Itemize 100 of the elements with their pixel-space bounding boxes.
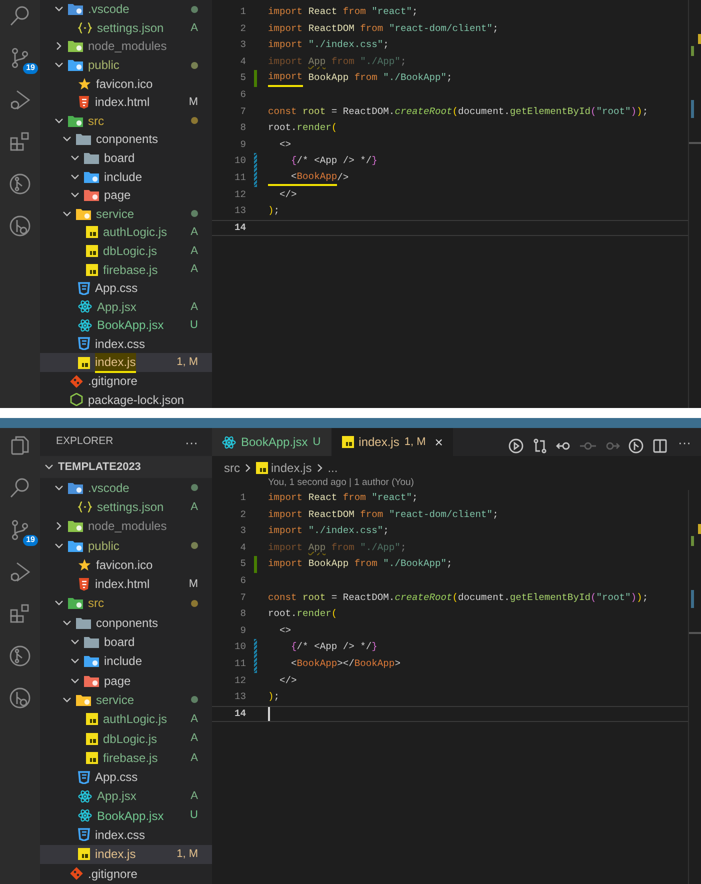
tree-item[interactable]: src xyxy=(40,594,212,614)
tree-item[interactable]: BookApp.jsx U xyxy=(40,316,212,335)
tree-item[interactable]: node_modules xyxy=(40,516,212,536)
chevron-icon[interactable] xyxy=(54,521,64,532)
tree-item[interactable]: App.jsx A xyxy=(40,786,212,806)
tree-item[interactable]: index.js 1, M xyxy=(40,844,212,864)
chevron-icon[interactable] xyxy=(70,172,80,182)
line-number: 6 xyxy=(239,574,246,588)
editor-tab[interactable]: BookApp.jsx U xyxy=(212,428,332,456)
chevron-icon[interactable] xyxy=(62,694,72,705)
git-icon xyxy=(70,867,83,880)
tree-item[interactable]: .gitignore xyxy=(40,864,212,884)
git-graph-icon[interactable] xyxy=(8,644,32,668)
tree-item[interactable]: dbLogic.js A xyxy=(40,728,212,748)
js-file-icon xyxy=(256,462,268,474)
git-graph-icon[interactable] xyxy=(8,172,32,196)
tree-item[interactable]: page xyxy=(40,186,212,205)
chevron-icon[interactable] xyxy=(70,676,80,686)
tree-item[interactable]: favicon.ico xyxy=(40,74,212,93)
tree-item[interactable]: conponents xyxy=(40,130,212,149)
more-button[interactable]: ··· xyxy=(676,436,693,448)
js-file-icon xyxy=(78,356,90,369)
tree-item[interactable]: src xyxy=(40,112,212,130)
breadcrumb-item[interactable]: index.js xyxy=(271,459,312,477)
folder-icon xyxy=(84,636,99,648)
breadcrumb-item[interactable]: src xyxy=(224,459,240,477)
tree-item[interactable]: page xyxy=(40,670,212,690)
code-line: import App from "./App"; xyxy=(268,54,406,69)
chevron-icon[interactable] xyxy=(243,463,253,473)
folder-icon xyxy=(76,616,91,629)
tree-item[interactable]: .vscode xyxy=(40,0,212,19)
chevron-icon[interactable] xyxy=(44,462,54,472)
html-file-icon xyxy=(78,96,90,109)
js-file-icon xyxy=(86,732,98,744)
line-number: 5 xyxy=(239,71,246,86)
tree-item[interactable]: index.html M xyxy=(40,92,212,112)
folder-icon xyxy=(76,694,91,706)
tree-item[interactable]: firebase.js A xyxy=(40,748,212,768)
chevron-icon[interactable] xyxy=(54,41,64,52)
folder-icon xyxy=(84,152,99,164)
tree-item[interactable]: public xyxy=(40,536,212,556)
tree-item[interactable]: service xyxy=(40,204,212,224)
tree-item[interactable]: App.css xyxy=(40,767,212,787)
tree-item[interactable]: package-lock.json xyxy=(40,390,212,408)
tree-item[interactable]: node_modules xyxy=(40,37,212,56)
tree-item[interactable]: service xyxy=(40,690,212,710)
tree-item[interactable]: authLogic.js A xyxy=(40,223,212,242)
braces-icon xyxy=(78,22,92,34)
tree-item[interactable]: board xyxy=(40,632,212,652)
breadcrumb-item[interactable]: ... xyxy=(328,459,338,477)
tree-item[interactable]: firebase.js A xyxy=(40,260,212,279)
tree-item[interactable]: board xyxy=(40,148,212,168)
tree-item[interactable]: public xyxy=(40,56,212,74)
tree-item[interactable]: dbLogic.js A xyxy=(40,242,212,260)
tree-item[interactable]: BookApp.jsx U xyxy=(40,806,212,826)
css-file-icon xyxy=(78,828,90,842)
code-line: </> xyxy=(278,674,297,688)
tree-item[interactable]: favicon.ico xyxy=(40,555,212,574)
editor-tab[interactable]: index.js 1, M × xyxy=(332,428,454,456)
codelens-text[interactable]: You, 1 second ago | 1 author (You) xyxy=(268,477,414,488)
tree-item[interactable]: settings.json A xyxy=(40,18,212,38)
chevron-icon[interactable] xyxy=(54,116,64,126)
line-number: 12 xyxy=(233,188,246,202)
split-editor-icon[interactable] xyxy=(652,438,668,454)
folder-icon xyxy=(68,59,83,72)
close-button[interactable]: × xyxy=(430,435,443,449)
folder-icon xyxy=(68,520,83,532)
compare-icon[interactable] xyxy=(532,438,548,454)
line-number: 12 xyxy=(233,674,246,688)
tree-item[interactable]: App.jsx A xyxy=(40,298,212,316)
chevron-icon[interactable] xyxy=(314,463,325,473)
line-number: 1 xyxy=(239,5,246,20)
run-debug-icon[interactable] xyxy=(8,88,32,112)
line-number: 3 xyxy=(239,38,246,52)
tree-item[interactable]: .vscode xyxy=(40,478,212,498)
chevron-icon[interactable] xyxy=(62,618,72,628)
tree-item[interactable]: .gitignore xyxy=(40,372,212,390)
tree-item[interactable]: App.css xyxy=(40,278,212,298)
tree-item[interactable]: settings.json A xyxy=(40,497,212,517)
branch-icon[interactable] xyxy=(628,438,644,454)
tree-item[interactable]: include xyxy=(40,652,212,671)
tree-item[interactable]: index.js 1, M xyxy=(40,353,212,372)
code-line: const root = ReactDOM.createRoot(document.getElementById("root")); xyxy=(268,590,648,605)
remote-icon[interactable] xyxy=(8,214,32,238)
line-number: 14 xyxy=(233,220,246,235)
chevron-icon[interactable] xyxy=(54,540,64,551)
tree-item[interactable]: authLogic.js A xyxy=(40,710,212,729)
remote-icon[interactable] xyxy=(8,686,32,710)
run-icon[interactable] xyxy=(508,438,524,454)
chevron-icon[interactable] xyxy=(62,208,72,219)
more-button[interactable]: ··· xyxy=(183,436,200,448)
css-file-icon xyxy=(78,282,90,295)
tree-item[interactable]: index.css xyxy=(40,825,212,845)
run-debug-icon[interactable] xyxy=(8,560,32,584)
line-number: 5 xyxy=(239,557,246,572)
tree-item[interactable]: conponents xyxy=(40,613,212,632)
tree-item[interactable]: include xyxy=(40,167,212,186)
tree-item[interactable]: index.css xyxy=(40,334,212,354)
chevron-icon[interactable] xyxy=(54,482,64,493)
tree-item[interactable]: index.html M xyxy=(40,574,212,594)
